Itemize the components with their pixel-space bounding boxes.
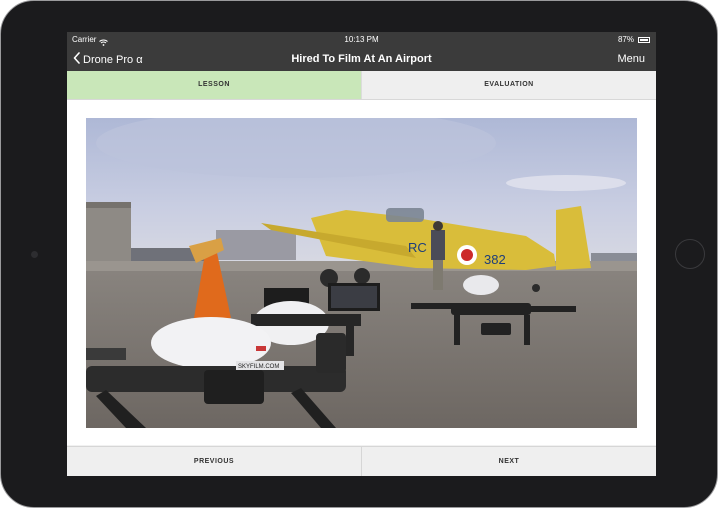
tab-evaluation[interactable]: EVALUATION (361, 71, 656, 99)
home-button[interactable] (675, 239, 705, 269)
ipad-frame: Carrier 10:13 PM 87% Drone Pro α Hired T… (0, 0, 718, 508)
battery-percent: 87% (617, 35, 634, 44)
menu-button[interactable]: Menu (617, 48, 645, 71)
page-title: Hired To Film At An Airport (291, 53, 432, 65)
tab-bar: LESSON EVALUATION (67, 71, 656, 100)
front-camera (31, 251, 38, 258)
aircraft-marking: 382 (484, 252, 506, 267)
next-button[interactable]: NEXT (361, 447, 656, 476)
battery-icon (638, 37, 650, 43)
navigation-bar: Drone Pro α Hired To Film At An Airport … (67, 48, 656, 71)
previous-button[interactable]: PREVIOUS (67, 447, 361, 476)
back-button[interactable]: Drone Pro α (73, 48, 143, 71)
status-bar: Carrier 10:13 PM 87% (67, 32, 656, 48)
tab-lesson[interactable]: LESSON (67, 71, 361, 99)
app-screen: Carrier 10:13 PM 87% Drone Pro α Hired T… (67, 32, 656, 476)
status-time: 10:13 PM (344, 35, 379, 44)
lesson-photo: RC 382 SKYFILM.COM (86, 118, 637, 428)
back-label: Drone Pro α (83, 53, 143, 66)
aircraft-marking-prefix: RC (408, 240, 427, 255)
lesson-footer: PREVIOUS NEXT (67, 446, 656, 476)
chevron-left-icon (73, 52, 80, 67)
drone-label: SKYFILM.COM (238, 364, 279, 370)
lesson-content: RC 382 SKYFILM.COM (67, 100, 656, 445)
